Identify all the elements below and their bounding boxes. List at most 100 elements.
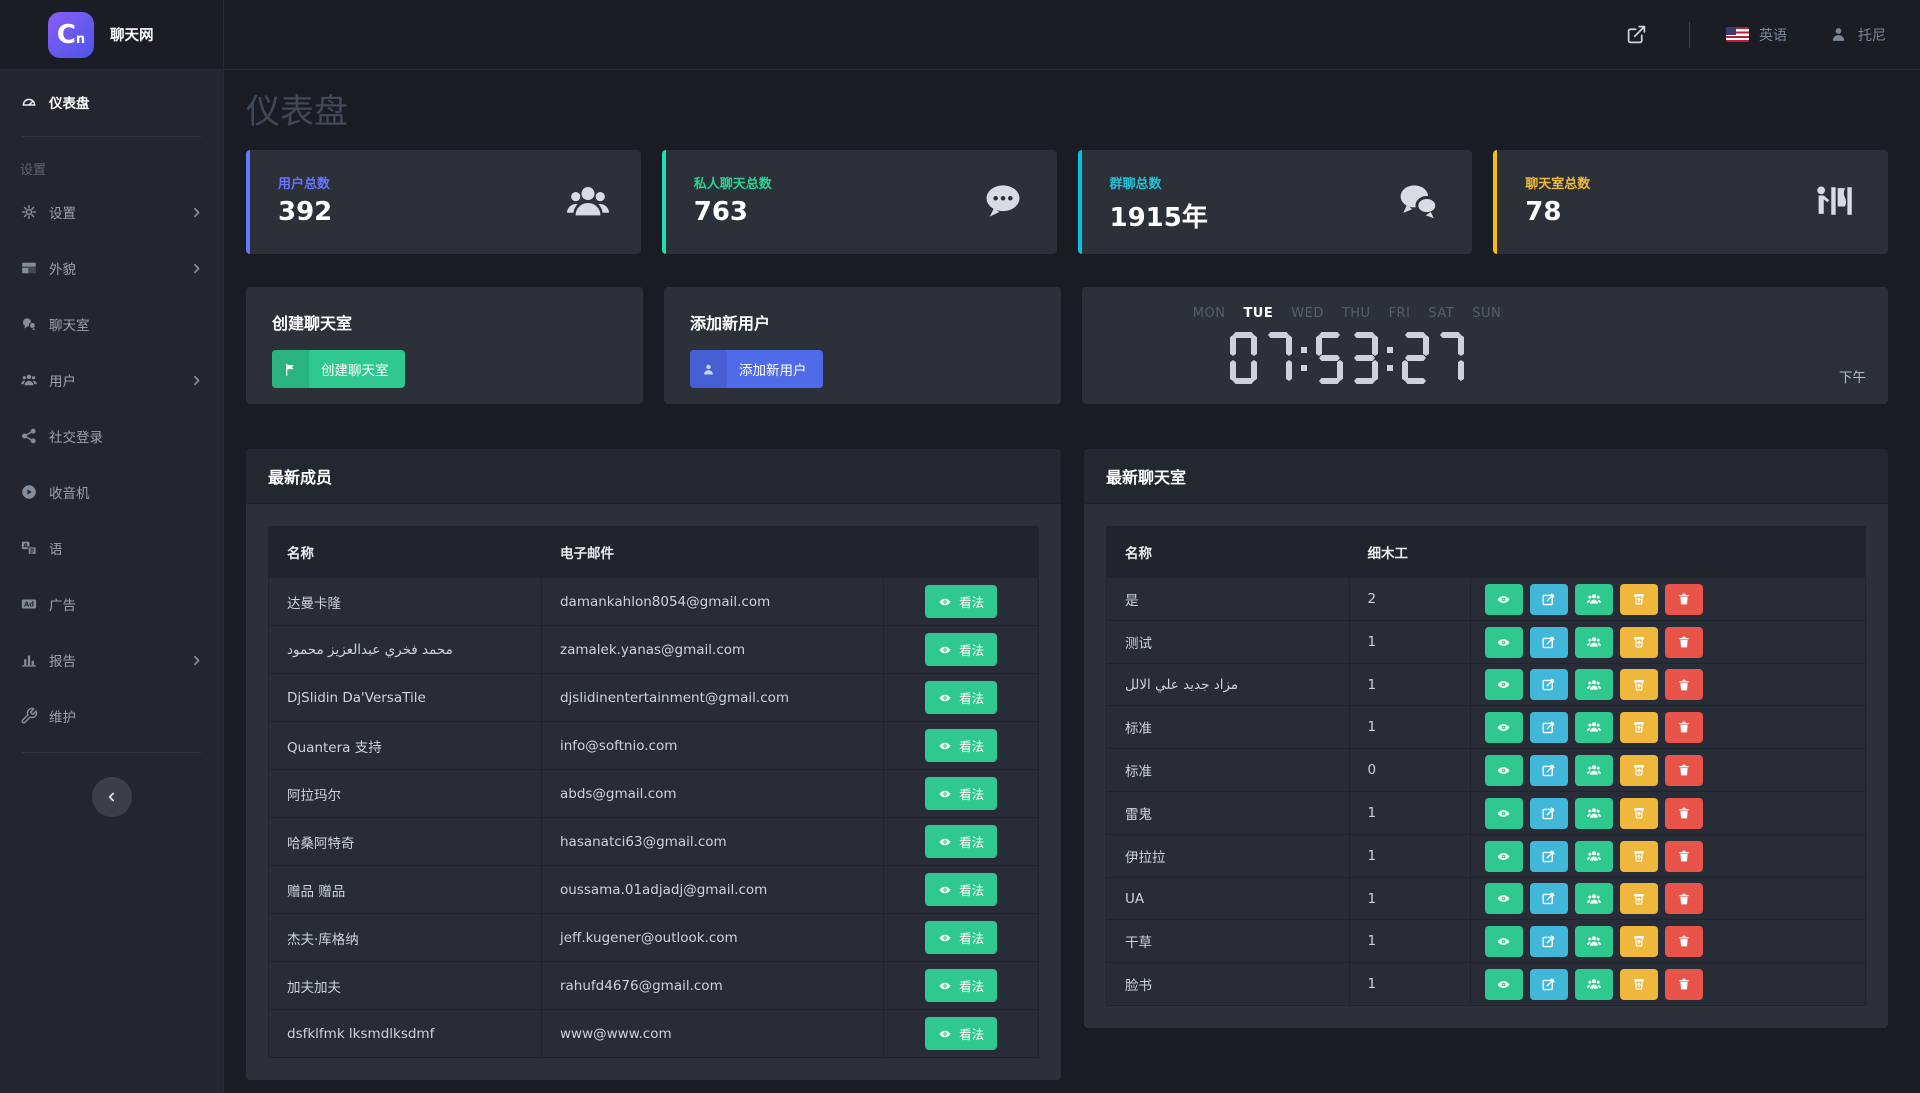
member-email: jeff.kugener@outlook.com	[542, 914, 884, 961]
sidebar-item-maintenance[interactable]: 维护	[0, 688, 223, 744]
edit-button[interactable]	[1530, 712, 1568, 743]
view-button[interactable]: 看法	[925, 1017, 997, 1050]
view-button[interactable]: 看法	[925, 729, 997, 762]
room-users-button[interactable]	[1575, 926, 1613, 957]
room-users-button[interactable]	[1575, 798, 1613, 829]
main-content: 仪表盘 用户总数 392 私人聊天总数 763 群聊总数 1915年 聊天室总数	[224, 70, 1920, 1093]
sidebar-item-dashboard[interactable]: 仪表盘	[0, 76, 223, 128]
trash-restore-button[interactable]	[1620, 712, 1658, 743]
sidebar-item-radio[interactable]: 收音机	[0, 464, 223, 520]
eye-icon	[1496, 592, 1511, 607]
room-users-button[interactable]	[1575, 883, 1613, 914]
view-button[interactable]	[1485, 883, 1523, 914]
trash-restore-button[interactable]	[1620, 926, 1658, 957]
view-button[interactable]	[1485, 798, 1523, 829]
user-menu[interactable]: 托尼	[1829, 25, 1886, 45]
trash-restore-button[interactable]	[1620, 883, 1658, 914]
view-button[interactable]: 看法	[925, 633, 997, 666]
table-row: 标准 1	[1107, 705, 1865, 748]
create-chatroom-button[interactable]: 创建聊天室	[272, 350, 405, 388]
room-users-button[interactable]	[1575, 712, 1613, 743]
view-button-label: 看法	[959, 736, 984, 755]
view-button[interactable]: 看法	[925, 921, 997, 954]
sidebar-item-label: 广告	[49, 594, 76, 614]
column-header	[1471, 527, 1865, 577]
edit-button[interactable]	[1530, 627, 1568, 658]
delete-button[interactable]	[1665, 798, 1703, 829]
view-button[interactable]	[1485, 755, 1523, 786]
view-button[interactable]	[1485, 584, 1523, 615]
delete-button[interactable]	[1665, 969, 1703, 1000]
view-button[interactable]: 看法	[925, 969, 997, 1002]
trash-restore-icon	[1632, 977, 1646, 991]
sidebar-item-settings[interactable]: 设置	[0, 184, 223, 240]
room-users-button[interactable]	[1575, 584, 1613, 615]
sidebar-collapse-button[interactable]	[92, 777, 132, 817]
comment-dots-icon	[981, 179, 1027, 225]
view-button[interactable]: 看法	[925, 777, 997, 810]
room-users-button[interactable]	[1575, 755, 1613, 786]
trash-restore-button[interactable]	[1620, 627, 1658, 658]
trash-restore-button[interactable]	[1620, 798, 1658, 829]
delete-button[interactable]	[1665, 926, 1703, 957]
member-name: 加夫加夫	[269, 962, 542, 1009]
sidebar-item-users[interactable]: 用户	[0, 352, 223, 408]
delete-button[interactable]	[1665, 883, 1703, 914]
view-button[interactable]: 看法	[925, 585, 997, 618]
view-button[interactable]	[1485, 627, 1523, 658]
trash-restore-button[interactable]	[1620, 584, 1658, 615]
external-link-icon[interactable]	[1626, 24, 1647, 45]
sidebar-item-language[interactable]: A 语	[0, 520, 223, 576]
edit-button[interactable]	[1530, 883, 1568, 914]
view-button[interactable]	[1485, 926, 1523, 957]
view-button[interactable]	[1485, 841, 1523, 872]
sidebar-item-appearance[interactable]: 外貌	[0, 240, 223, 296]
room-users-button[interactable]	[1575, 669, 1613, 700]
delete-button[interactable]	[1665, 669, 1703, 700]
edit-button[interactable]	[1530, 669, 1568, 700]
delete-button[interactable]	[1665, 755, 1703, 786]
edit-button[interactable]	[1530, 584, 1568, 615]
trash-restore-icon	[1632, 934, 1646, 948]
view-button[interactable]	[1485, 712, 1523, 743]
edit-button[interactable]	[1530, 798, 1568, 829]
trash-restore-button[interactable]	[1620, 841, 1658, 872]
sidebar-item-reports[interactable]: 报告	[0, 632, 223, 688]
delete-button[interactable]	[1665, 841, 1703, 872]
delete-button[interactable]	[1665, 627, 1703, 658]
view-button[interactable]	[1485, 969, 1523, 1000]
delete-button[interactable]	[1665, 584, 1703, 615]
member-email: oussama.01adjadj@gmail.com	[542, 866, 884, 913]
trash-restore-button[interactable]	[1620, 755, 1658, 786]
room-users-button[interactable]	[1575, 969, 1613, 1000]
view-button[interactable]: 看法	[925, 681, 997, 714]
edit-button[interactable]	[1530, 755, 1568, 786]
view-button[interactable]: 看法	[925, 873, 997, 906]
sidebar-item-chatrooms[interactable]: 聊天室	[0, 296, 223, 352]
door-enter-icon	[1812, 179, 1858, 225]
sidebar-item-ads[interactable]: Ad 广告	[0, 576, 223, 632]
room-users-button[interactable]	[1575, 841, 1613, 872]
brand[interactable]: Cn 聊天网	[0, 0, 224, 69]
trash-restore-icon	[1632, 720, 1646, 734]
language-selector[interactable]: 英语	[1726, 25, 1787, 45]
view-button[interactable]	[1485, 669, 1523, 700]
sidebar-item-label: 社交登录	[49, 426, 103, 446]
mid-row: 创建聊天室 创建聊天室 添加新用户 添加新用户 MONTUEWEDTHUF	[246, 287, 1888, 404]
trash-icon	[1677, 934, 1691, 948]
dashboard-icon	[20, 93, 38, 111]
panel-title: 最新成员	[246, 449, 1061, 504]
room-users-button[interactable]	[1575, 627, 1613, 658]
view-button[interactable]: 看法	[925, 825, 997, 858]
trash-restore-button[interactable]	[1620, 669, 1658, 700]
edit-button[interactable]	[1530, 926, 1568, 957]
add-user-button[interactable]: 添加新用户	[690, 350, 823, 388]
stat-value: 1915年	[1110, 197, 1445, 234]
edit-button[interactable]	[1530, 969, 1568, 1000]
card-title: 创建聊天室	[272, 310, 617, 334]
edit-button[interactable]	[1530, 841, 1568, 872]
delete-button[interactable]	[1665, 712, 1703, 743]
member-name: 哈桑阿特奇	[269, 818, 542, 865]
sidebar-item-social-login[interactable]: 社交登录	[0, 408, 223, 464]
trash-restore-button[interactable]	[1620, 969, 1658, 1000]
